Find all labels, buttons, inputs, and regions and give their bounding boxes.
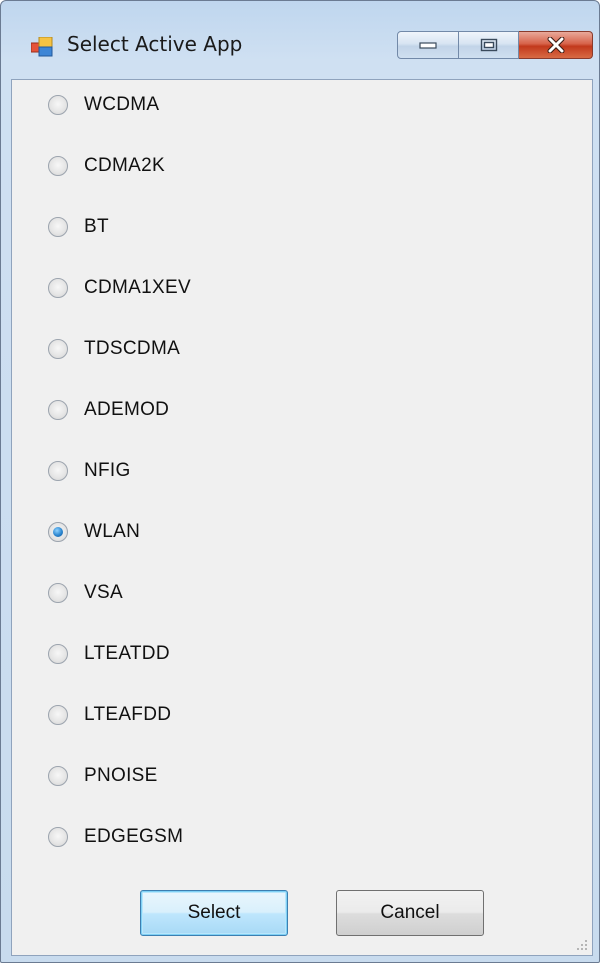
radio-label: CDMA2K <box>84 155 165 176</box>
radio-button[interactable] <box>48 400 68 420</box>
radio-button[interactable] <box>48 827 68 847</box>
radio-option-pnoise[interactable]: PNOISE <box>48 761 158 791</box>
radio-button[interactable] <box>48 705 68 725</box>
radio-option-cdma1xev[interactable]: CDMA1XEV <box>48 273 191 303</box>
radio-button[interactable] <box>48 339 68 359</box>
radio-option-bt[interactable]: BT <box>48 212 109 242</box>
radio-label: WCDMA <box>84 94 160 115</box>
radio-option-ademod[interactable]: ADEMOD <box>48 395 169 425</box>
radio-button[interactable] <box>48 766 68 786</box>
radio-label: CDMA1XEV <box>84 277 191 298</box>
radio-button[interactable] <box>48 278 68 298</box>
app-window-icon <box>30 36 53 57</box>
radio-label: TDSCDMA <box>84 338 181 359</box>
radio-option-wcdma[interactable]: WCDMA <box>48 90 159 120</box>
window-title: Select Active App <box>67 32 243 56</box>
radio-button[interactable] <box>48 156 68 176</box>
radio-option-nfig[interactable]: NFIG <box>48 456 131 486</box>
radio-label: LTEAFDD <box>84 704 172 725</box>
resize-grip-icon[interactable] <box>574 937 588 951</box>
radio-option-cdma2k[interactable]: CDMA2K <box>48 151 165 181</box>
radio-label: VSA <box>84 582 123 603</box>
maximize-button[interactable] <box>459 31 519 59</box>
minimize-button[interactable] <box>397 31 459 59</box>
select-button[interactable]: Select <box>140 890 288 936</box>
radio-label: ADEMOD <box>84 399 170 420</box>
maximize-icon <box>480 38 497 52</box>
title-bar[interactable]: Select Active App <box>1 1 599 79</box>
radio-button[interactable] <box>48 461 68 481</box>
radio-option-vsa[interactable]: VSA <box>48 578 123 608</box>
radio-button[interactable] <box>48 95 68 115</box>
radio-label: NFIG <box>84 460 131 481</box>
radio-option-lteafdd[interactable]: LTEAFDD <box>48 700 171 730</box>
radio-label: LTEATDD <box>84 643 170 664</box>
close-icon <box>547 37 564 53</box>
radio-label: WLAN <box>84 521 141 542</box>
radio-button[interactable] <box>48 583 68 603</box>
radio-button[interactable] <box>48 644 68 664</box>
minimize-icon <box>419 42 437 49</box>
radio-button-selected[interactable] <box>48 522 68 542</box>
radio-option-tdscdma[interactable]: TDSCDMA <box>48 334 180 364</box>
radio-option-edgegsm[interactable]: EDGEGSM <box>48 822 183 852</box>
radio-label: PNOISE <box>84 765 158 786</box>
dialog-client-area: WCDMA CDMA2K BT CDMA1XEV TDSCDMA ADEMOD NFIG WL… <box>11 79 593 956</box>
radio-option-lteatdd[interactable]: LTEATDD <box>48 639 170 669</box>
radio-label: EDGEGSM <box>84 826 184 847</box>
dialog-window: Select Active App WCDMA CDMA2K BT CDMA1XEV T… <box>0 0 600 963</box>
radio-label: BT <box>84 216 109 237</box>
radio-button[interactable] <box>48 217 68 237</box>
close-button[interactable] <box>519 31 593 59</box>
radio-option-wlan[interactable]: WLAN <box>48 517 140 547</box>
cancel-button[interactable]: Cancel <box>336 890 484 936</box>
